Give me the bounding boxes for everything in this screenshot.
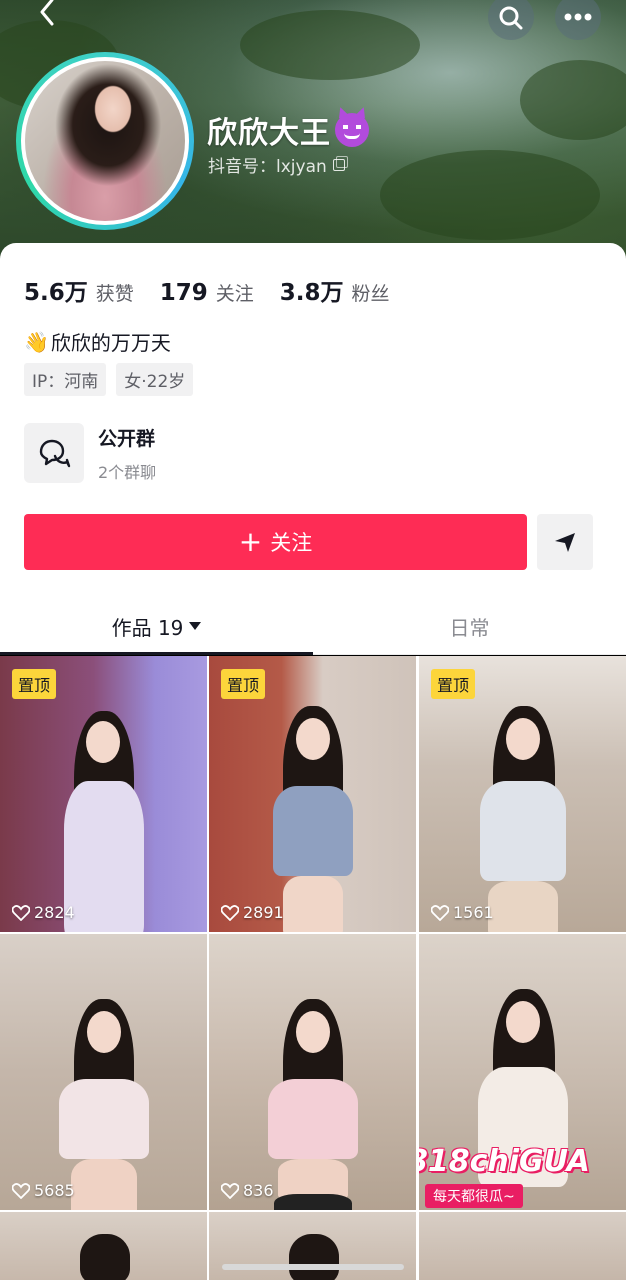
follow-label: 关注 bbox=[270, 531, 313, 555]
heart-icon bbox=[431, 904, 449, 921]
tag-location: IP：河南 bbox=[24, 363, 107, 396]
group-text: 公开群 2个群聊 bbox=[98, 424, 156, 483]
bio-text: 欣欣的万万天 bbox=[50, 331, 171, 355]
heart-icon bbox=[12, 904, 30, 921]
send-message-button[interactable] bbox=[537, 514, 593, 570]
group-subtitle: 2个群聊 bbox=[98, 462, 157, 482]
video-tile[interactable] bbox=[0, 1212, 207, 1280]
douyin-id[interactable]: 抖音号：lxjyan bbox=[208, 152, 348, 177]
copy-icon[interactable] bbox=[332, 155, 348, 171]
profile-card: 5.6万 获赞 179 关注 3.8万 粉丝 👋 欣欣的万万天 IP：河南 女·… bbox=[0, 243, 626, 655]
video-thumbnail bbox=[44, 711, 164, 932]
stat-likes[interactable]: 5.6万 获赞 bbox=[24, 273, 134, 307]
stat-number: 5.6万 bbox=[24, 280, 88, 306]
tab-daily[interactable]: 日常 bbox=[313, 598, 626, 654]
foliage bbox=[240, 10, 420, 80]
video-tile[interactable]: 836 bbox=[209, 934, 416, 1210]
stat-number: 3.8万 bbox=[279, 280, 344, 306]
chevron-left-icon bbox=[40, 0, 54, 26]
plus-icon: + bbox=[238, 525, 263, 558]
stat-number: 179 bbox=[159, 280, 208, 306]
tab-daily-label: 日常 bbox=[449, 615, 490, 640]
like-count: 1561 bbox=[431, 903, 494, 922]
caret-down-icon bbox=[189, 622, 202, 630]
promo-logo: 818chiGUA bbox=[419, 1144, 590, 1179]
promo-slogan: 每天都很瓜~ bbox=[425, 1184, 523, 1208]
video-thumbnail bbox=[248, 999, 378, 1210]
video-tile[interactable]: 818chiGUA 每天都很瓜~ bbox=[419, 934, 626, 1210]
bio: 👋 欣欣的万万天 bbox=[24, 327, 171, 356]
devil-emoji-icon bbox=[335, 113, 369, 147]
tag-gender-age: 女·22岁 bbox=[116, 363, 194, 396]
avatar[interactable] bbox=[16, 52, 194, 230]
heart-icon bbox=[221, 904, 239, 921]
like-count-text: 836 bbox=[243, 1181, 274, 1200]
waving-hand-icon: 👋 bbox=[24, 329, 49, 354]
stat-followers[interactable]: 3.8万 粉丝 bbox=[280, 273, 390, 307]
like-count: 5685 bbox=[12, 1181, 75, 1200]
like-count: 2891 bbox=[221, 903, 284, 922]
follow-button[interactable]: + 关注 bbox=[24, 514, 527, 570]
pinned-badge: 置顶 bbox=[431, 669, 476, 699]
avatar-border bbox=[21, 57, 189, 225]
home-indicator bbox=[222, 1264, 404, 1270]
nickname: 欣欣大王 bbox=[207, 108, 369, 152]
stat-following[interactable]: 179 关注 bbox=[160, 279, 254, 306]
douyin-id-text: 抖音号：lxjyan bbox=[208, 157, 327, 177]
video-thumbnail bbox=[248, 706, 378, 932]
stats-row: 5.6万 获赞 179 关注 3.8万 粉丝 bbox=[24, 273, 416, 307]
send-arrow-icon bbox=[555, 533, 575, 552]
nickname-text: 欣欣大王 bbox=[207, 116, 331, 151]
like-count-text: 1561 bbox=[453, 903, 494, 922]
content-tabs: 作品 19 日常 bbox=[0, 598, 626, 655]
tab-works[interactable]: 作品 19 bbox=[0, 598, 313, 655]
search-icon bbox=[499, 6, 523, 30]
video-tile[interactable]: 置顶 1561 bbox=[419, 656, 626, 932]
video-grid: 置顶 2824 置顶 2891 置顶 1561 5685 836 818chiG… bbox=[0, 656, 626, 1280]
video-thumbnail bbox=[458, 706, 588, 932]
video-tile[interactable]: 置顶 2891 bbox=[209, 656, 416, 932]
avatar-image bbox=[25, 61, 185, 221]
stat-label: 获赞 bbox=[95, 283, 134, 305]
video-tile[interactable]: 置顶 2824 bbox=[0, 656, 207, 932]
pinned-badge: 置顶 bbox=[221, 669, 266, 699]
video-thumbnail bbox=[39, 999, 169, 1210]
stat-label: 粉丝 bbox=[351, 283, 390, 305]
heart-icon bbox=[12, 1182, 30, 1199]
back-button[interactable] bbox=[30, 0, 64, 30]
like-count-text: 5685 bbox=[34, 1181, 75, 1200]
more-dots-icon bbox=[564, 13, 592, 21]
foliage bbox=[520, 60, 626, 140]
group-chat-icon bbox=[39, 439, 71, 468]
video-tile[interactable]: 5685 bbox=[0, 934, 207, 1210]
pinned-badge: 置顶 bbox=[12, 669, 57, 699]
promo-overlay[interactable]: 818chiGUA 每天都很瓜~ bbox=[419, 1142, 605, 1210]
profile-tags: IP：河南 女·22岁 bbox=[24, 363, 194, 396]
group-title: 公开群 bbox=[98, 427, 156, 450]
group-chat-icon-box bbox=[24, 423, 84, 483]
video-tile[interactable] bbox=[419, 1212, 626, 1280]
like-count-text: 2824 bbox=[34, 903, 75, 922]
like-count: 836 bbox=[221, 1181, 274, 1200]
like-count: 2824 bbox=[12, 903, 75, 922]
foliage bbox=[380, 150, 600, 240]
tab-works-label: 作品 19 bbox=[111, 615, 184, 640]
stat-label: 关注 bbox=[215, 283, 254, 305]
heart-icon bbox=[221, 1182, 239, 1199]
like-count-text: 2891 bbox=[243, 903, 284, 922]
public-group-entry[interactable]: 公开群 2个群聊 bbox=[24, 423, 156, 483]
